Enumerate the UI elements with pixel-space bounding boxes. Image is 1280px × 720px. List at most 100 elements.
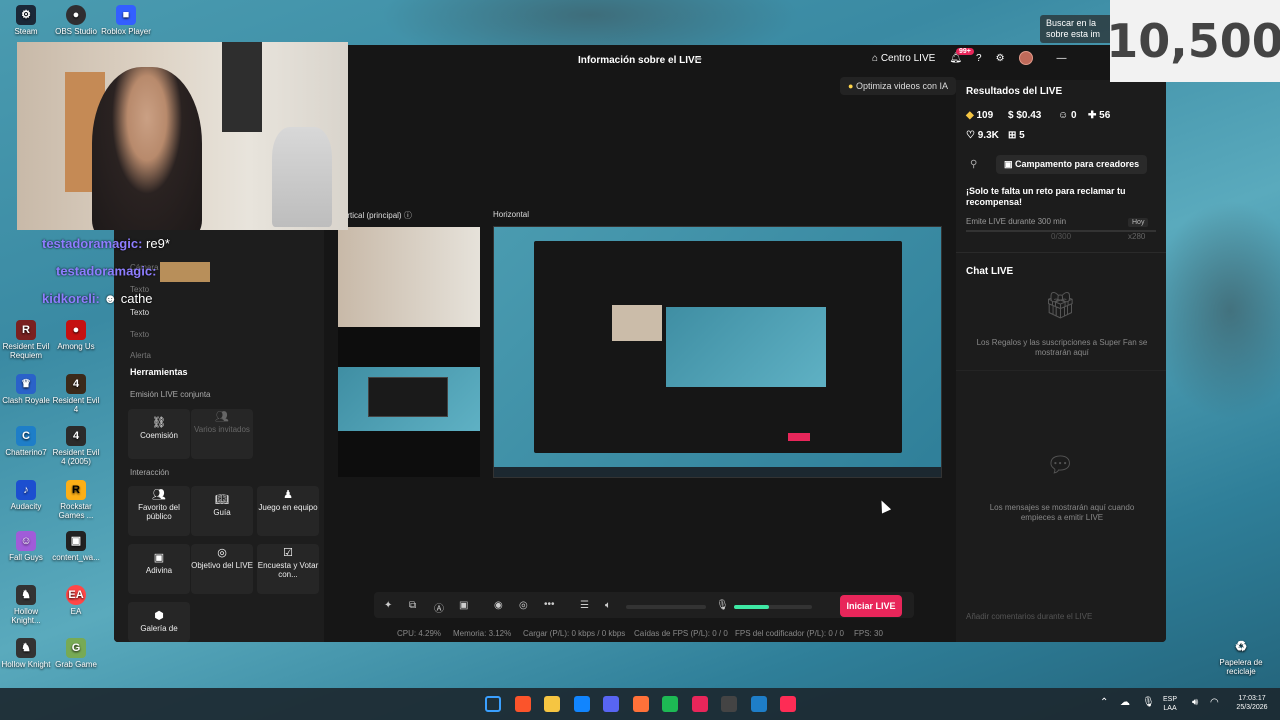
desktop-icon-obs[interactable]: ● OBS Studio (50, 5, 102, 36)
camera-switch-icon[interactable]: ◎ (519, 600, 528, 611)
firefox-icon[interactable] (633, 696, 649, 712)
more-icon[interactable]: ••• (544, 599, 555, 610)
desktop-icon-re4-2005[interactable]: 4 Resident Evil 4 (2005) (50, 426, 102, 466)
desktop-icon-among-us[interactable]: ● Among Us (50, 320, 102, 351)
guide-button[interactable]: 📖︎ Guía (191, 486, 253, 536)
webcam-window (222, 42, 262, 132)
wifi-icon[interactable]: ◠ (1210, 698, 1219, 708)
user-settings-icon[interactable]: ⚲ (970, 159, 977, 170)
load-stat: Cargar (P/L): 0 kbps / 0 kbps (523, 629, 626, 638)
desktop-icon-recycle-bin[interactable]: ♻ Papelera de reciclaje (1215, 636, 1267, 677)
settings-sliders-icon[interactable]: ☰ (580, 600, 589, 611)
layer-row[interactable]: Alerta (130, 351, 151, 360)
joint-live-label: Emisión LIVE conjunta (130, 390, 211, 399)
network-icon[interactable]: ☁ (1120, 698, 1130, 708)
start-live-button[interactable]: Iniciar LIVE (840, 595, 902, 617)
poll-button[interactable]: ☑ Encuesta y Votar con... (257, 544, 319, 594)
windows-start-icon[interactable] (485, 696, 501, 712)
desktop-icon-roblox[interactable]: ■ Roblox Player (100, 5, 152, 36)
hollow-knight-icon: ♞ (16, 585, 36, 605)
volume-tray-icon[interactable]: 🔊︎ (1192, 698, 1198, 708)
help-icon[interactable]: ? (976, 53, 982, 64)
audience-favorite-button[interactable]: 👥︎ Favorito del público (128, 486, 190, 536)
tools-title: Herramientas (130, 367, 188, 377)
desktop-icon-grab-game[interactable]: G Grab Game (50, 638, 102, 669)
coemision-button[interactable]: ⛓ Coemisión (128, 409, 190, 459)
language-indicator[interactable]: ESP LAA (1163, 695, 1177, 713)
notification-badge: 99+ (956, 48, 974, 55)
desktop-icon-steam[interactable]: ⚙ Steam (0, 5, 52, 36)
centro-live-button[interactable]: ⌂ Centro LIVE (872, 53, 935, 64)
chat-input[interactable]: Añadir comentarios durante el LIVE (966, 612, 1092, 621)
file-explorer-icon[interactable] (544, 696, 560, 712)
desktop-icon-rockstar[interactable]: R Rockstar Games ... (50, 480, 102, 520)
desktop-icon-re4[interactable]: 4 Resident Evil 4 (50, 374, 102, 414)
layers-icon[interactable]: ⧉ (409, 600, 416, 611)
camp-icon: ▣ (1004, 159, 1013, 169)
layer-row[interactable]: Texto (130, 308, 149, 317)
re4-2005-icon: 4 (66, 426, 86, 446)
record-icon[interactable]: ◉ (494, 600, 503, 611)
chatterino-taskbar-icon[interactable] (751, 696, 767, 712)
fall-guys-icon: ☺ (16, 531, 36, 551)
desktop-icon-hollow-knight-2[interactable]: ♞ Hollow Knight (0, 638, 52, 669)
desktop-icon-chatterino[interactable]: C Chatterino7 (0, 426, 52, 457)
ai-icon[interactable]: Ⓐ (434, 600, 444, 615)
desktop-icon-hollow-knight[interactable]: ♞ Hollow Knight... (0, 585, 52, 625)
heart-icon: ♡ (966, 130, 975, 141)
microphone-icon[interactable]: 🎙︎ (716, 600, 729, 611)
discord-icon[interactable] (603, 696, 619, 712)
team-game-button[interactable]: ♟ Juego en equipo (257, 486, 319, 536)
speaker-volume-slider[interactable] (626, 605, 706, 609)
bluesky-icon[interactable] (574, 696, 590, 712)
minimize-icon[interactable]: — (1057, 53, 1067, 64)
mic-tray-icon[interactable]: 🎙︎ (1142, 698, 1155, 708)
desktop-icon-audacity[interactable]: ♪ Audacity (0, 480, 52, 511)
gear-icon[interactable]: ⚙ (996, 53, 1005, 64)
spotify-icon[interactable] (662, 696, 678, 712)
stream-chat-message: testadoramagic: re9* (42, 236, 170, 251)
speaker-icon[interactable]: 🔈︎ (605, 600, 611, 611)
emote-image (160, 262, 211, 282)
ai-optimize-button[interactable]: ● Optimiza videos con IA (840, 77, 956, 95)
layer-row[interactable]: Texto (130, 330, 149, 339)
followers-stat: ✚ 56 (1088, 110, 1111, 121)
steam-icon: ⚙ (16, 5, 36, 25)
obs-taskbar-icon[interactable] (721, 696, 737, 712)
stream-chat-message: testadoramagic: (56, 262, 211, 282)
chatterino-icon: C (16, 426, 36, 446)
re4-icon: 4 (66, 374, 86, 394)
avatar[interactable] (1018, 51, 1033, 65)
magic-wand-icon[interactable]: ✦ (384, 600, 392, 611)
vertical-preview[interactable] (338, 227, 480, 477)
guess-button[interactable]: ▣ Adivina (128, 544, 190, 594)
horizontal-preview[interactable] (493, 226, 942, 478)
screen-icon[interactable]: ▣ (459, 600, 468, 611)
clock[interactable]: 17:03:17 25/3/2026 (1228, 694, 1276, 712)
multi-guest-button[interactable]: 👥︎ Varios invitados (191, 409, 253, 459)
challenge-badge: Hoy (1128, 218, 1149, 227)
desktop-icon-re-requiem[interactable]: R Resident Evil Requiem (0, 320, 52, 360)
clash-royale-icon: ♛ (16, 374, 36, 394)
creator-camp-button[interactable]: ▣ Campamento para creadores (996, 155, 1148, 174)
desktop-icon-fall-guys[interactable]: ☺ Fall Guys (0, 531, 52, 562)
brave-icon[interactable] (515, 696, 531, 712)
wallpaper-rock (1150, 200, 1280, 420)
preview-app-inner (666, 307, 826, 387)
hollow-knight2-icon: ♞ (16, 638, 36, 658)
tray-chevron-icon[interactable]: ⌃ (1100, 698, 1108, 708)
gallery-button[interactable]: ⬢ Galería de (128, 602, 190, 642)
audacity-icon: ♪ (16, 480, 36, 500)
desktop-icon-ea[interactable]: EA EA (50, 585, 102, 616)
tiktok-live-icon[interactable] (780, 696, 796, 712)
desktop-icon-content[interactable]: ▣ content_wa... (50, 531, 102, 562)
desktop-icon-clash-royale[interactable]: ♛ Clash Royale (0, 374, 52, 405)
chat-title: Chat LIVE (966, 266, 1014, 277)
share-icon[interactable]: ➦ (694, 54, 702, 65)
live-goal-button[interactable]: ◎ Objetivo del LIVE (191, 544, 253, 594)
media-icon[interactable] (692, 696, 708, 712)
person-icon: ♟ (283, 489, 293, 501)
webcam-background-person (272, 127, 332, 227)
add-user-icon: ✚ (1088, 110, 1097, 121)
stream-counter: 10,500 (1106, 0, 1280, 82)
